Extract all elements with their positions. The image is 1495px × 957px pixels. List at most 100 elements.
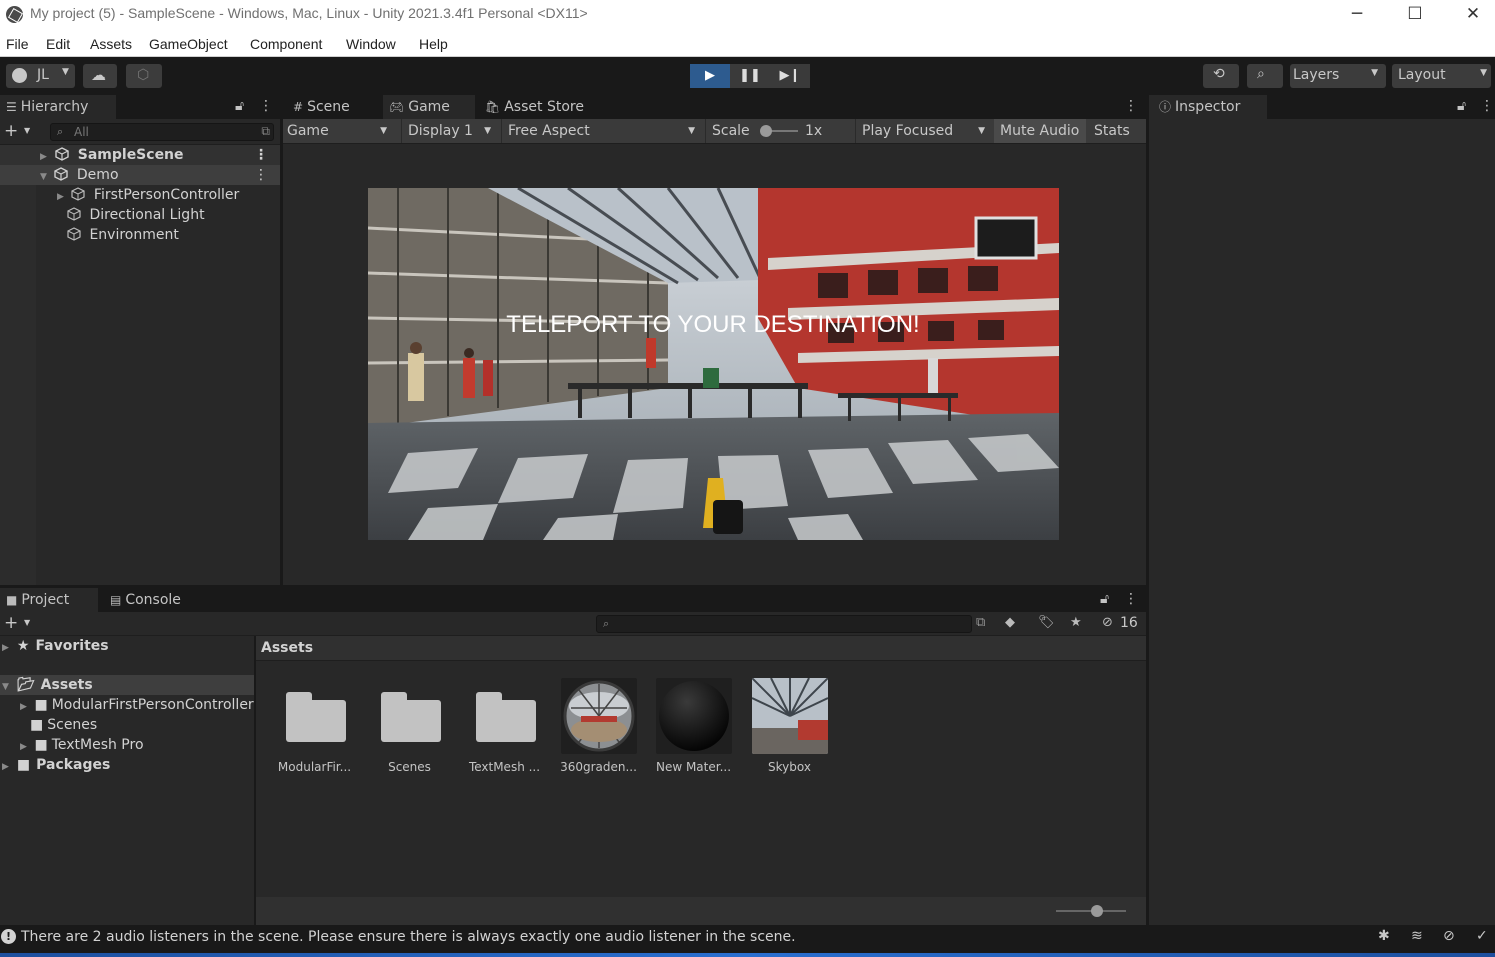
- asset-label: ModularFir...: [277, 760, 352, 774]
- menu-window[interactable]: Window: [346, 36, 396, 52]
- hierarchy-item-directional-light[interactable]: Directional Light: [0, 205, 280, 225]
- maximize-button[interactable]: ☐: [1386, 0, 1444, 30]
- pause-button[interactable]: ❚❚: [730, 64, 770, 88]
- layout-dropdown[interactable]: Layout ▼: [1392, 64, 1491, 88]
- tab-game[interactable]: 🎮︎ Game: [383, 95, 475, 119]
- teleport-overlay-text: TELEPORT TO YOUR DESTINATION!: [506, 311, 919, 338]
- menu-help[interactable]: Help: [419, 36, 448, 52]
- hierarchy-item-demo[interactable]: ▼ Demo ⋮: [0, 165, 280, 185]
- tree-item-assets[interactable]: ▼ 📂︎ Assets: [0, 675, 254, 695]
- step-button[interactable]: ▶❙: [770, 64, 810, 88]
- hierarchy-item-environment[interactable]: Environment: [0, 225, 280, 245]
- hidden-packages-icon[interactable]: ⊘: [1102, 615, 1113, 630]
- folder-icon: ■: [6, 593, 18, 607]
- gameobject-cube-icon: [71, 187, 86, 201]
- project-toolbar: + ▼ ⌕ ⧉ ◆ 🏷︎ ★ ⊘ 16: [0, 612, 1146, 636]
- scale-value: 1x: [805, 123, 823, 139]
- chevron-down-icon: ▼: [688, 126, 695, 136]
- hierarchy-item-firstpersoncontroller[interactable]: ▶ FirstPersonController: [0, 185, 280, 205]
- lock-icon[interactable]: 🔓︎: [1100, 591, 1109, 607]
- play-focused-label: Play Focused: [862, 123, 954, 139]
- aspect-dropdown[interactable]: Free Aspect ▼: [501, 119, 701, 143]
- star-favorite-icon[interactable]: ★: [1070, 615, 1082, 630]
- kebab-menu-icon[interactable]: ⋮: [254, 145, 268, 165]
- tab-scene[interactable]: # Scene: [283, 95, 379, 119]
- search-button[interactable]: ⌕: [1247, 64, 1283, 88]
- tree-item-textmesh-pro[interactable]: ▶ ■ TextMesh Pro: [0, 735, 254, 755]
- tab-project[interactable]: ■ Project: [0, 588, 98, 612]
- collab-button[interactable]: ⬡: [126, 64, 162, 88]
- scene-row[interactable]: ▶ SampleScene ⋮: [0, 145, 280, 165]
- game-viewport[interactable]: TELEPORT TO YOUR DESTINATION!: [368, 188, 1059, 540]
- material-sphere-thumbnail: [656, 678, 732, 754]
- folder-open-icon: 📂︎: [16, 677, 35, 693]
- status-message[interactable]: There are 2 audio listeners in the scene…: [21, 929, 796, 945]
- tab-hierarchy[interactable]: ☰ Hierarchy: [0, 95, 116, 119]
- create-plus-icon[interactable]: +: [4, 121, 18, 141]
- hierarchy-search-input[interactable]: ⌕ All ⧉: [50, 123, 274, 141]
- stats-toggle[interactable]: Stats: [1088, 119, 1138, 143]
- folder-icon: [286, 692, 346, 742]
- history-button[interactable]: ⟲: [1203, 64, 1239, 88]
- hierarchy-panel: ☰ Hierarchy 🔓︎ ⋮ + ▼ ⌕ All ⧉ ▶ SampleScen…: [0, 95, 280, 585]
- progress-check-icon[interactable]: ✓: [1476, 928, 1488, 944]
- kebab-menu-icon[interactable]: ⋮: [254, 165, 268, 185]
- icon-size-slider-handle[interactable]: [1091, 905, 1103, 917]
- play-button[interactable]: ▶: [690, 64, 730, 88]
- kebab-menu-icon[interactable]: ⋮: [259, 98, 273, 114]
- asset-label: Scenes: [388, 760, 431, 774]
- mute-audio-toggle[interactable]: Mute Audio: [994, 119, 1086, 143]
- tree-item-modularfirstpersoncontroller[interactable]: ▶ ■ ModularFirstPersonController: [0, 695, 254, 715]
- kebab-menu-icon[interactable]: ⋮: [1124, 98, 1138, 114]
- tab-game-label: Game: [408, 99, 450, 115]
- folder-icon: [381, 692, 441, 742]
- account-dropdown[interactable]: JL ▼: [6, 64, 75, 88]
- search-expand-icon[interactable]: ⧉: [261, 124, 270, 139]
- chevron-down-icon: ▼: [1371, 68, 1378, 78]
- menu-gameobject[interactable]: GameObject: [149, 36, 228, 52]
- create-plus-icon[interactable]: +: [4, 613, 18, 633]
- scale-slider-handle[interactable]: [760, 125, 772, 137]
- tab-asset-store[interactable]: 🛍︎ Asset Store: [479, 95, 599, 119]
- inspector-panel: ⓘ Inspector 🔓︎ ⋮: [1149, 95, 1495, 925]
- main-toolbar: JL ▼ ☁ ⬡ ▶ ❚❚ ▶❙ ⟲ ⌕ Layers ▼ Layout ▼: [0, 57, 1495, 95]
- lock-icon[interactable]: 🔓︎: [1457, 98, 1466, 114]
- cache-server-icon[interactable]: ≋: [1411, 928, 1423, 944]
- layers-dropdown[interactable]: Layers ▼: [1290, 64, 1386, 88]
- chevron-down-icon[interactable]: ▼: [24, 618, 30, 627]
- kebab-menu-icon[interactable]: ⋮: [1480, 98, 1494, 114]
- tree-item-packages[interactable]: ▶ ■ Packages: [0, 755, 254, 775]
- menu-component[interactable]: Component: [250, 36, 322, 52]
- debug-bug-icon[interactable]: ✱: [1378, 928, 1390, 944]
- kebab-menu-icon[interactable]: ⋮: [1124, 591, 1138, 607]
- game-scene-image: TELEPORT TO YOUR DESTINATION!: [368, 188, 1059, 540]
- project-search-input[interactable]: ⌕: [596, 615, 972, 633]
- menu-assets[interactable]: Assets: [90, 36, 132, 52]
- menu-file[interactable]: File: [6, 36, 29, 52]
- chevron-down-icon[interactable]: ▼: [24, 126, 30, 135]
- game-mode-dropdown[interactable]: Game ▼: [287, 119, 393, 143]
- auto-generate-lighting-icon[interactable]: ⊘: [1443, 928, 1455, 944]
- tab-console[interactable]: ▤ Console: [104, 588, 204, 612]
- fold-right-icon: ▶: [40, 152, 47, 162]
- display-dropdown[interactable]: Display 1 ▼: [401, 119, 497, 143]
- gameobject-cube-icon: [67, 227, 81, 241]
- tab-inspector[interactable]: ⓘ Inspector: [1149, 95, 1267, 119]
- search-expand-icon[interactable]: ⧉: [976, 615, 985, 630]
- breadcrumb[interactable]: Assets: [261, 640, 313, 656]
- tab-hierarchy-label: Hierarchy: [20, 99, 89, 115]
- center-tabstrip: # Scene 🎮︎ Game 🛍︎ Asset Store ⋮: [283, 95, 1146, 119]
- lock-icon[interactable]: 🔓︎: [235, 98, 244, 114]
- tree-item-scenes[interactable]: ■ Scenes: [0, 715, 254, 735]
- gamepad-icon: 🎮︎: [389, 100, 405, 114]
- cloud-button[interactable]: ☁: [83, 64, 117, 88]
- filter-by-label-icon[interactable]: 🏷︎: [1038, 615, 1055, 630]
- menu-edit[interactable]: Edit: [46, 36, 70, 52]
- filter-by-type-icon[interactable]: ◆: [1005, 615, 1015, 630]
- scenes-label: Scenes: [47, 717, 98, 733]
- tree-item-favorites[interactable]: ▶ ★ Favorites: [0, 636, 254, 656]
- play-focused-dropdown[interactable]: Play Focused ▼: [855, 119, 991, 143]
- fold-right-icon: ▶: [57, 192, 64, 202]
- minimize-button[interactable]: ─: [1328, 0, 1386, 30]
- close-button[interactable]: ✕: [1444, 0, 1495, 30]
